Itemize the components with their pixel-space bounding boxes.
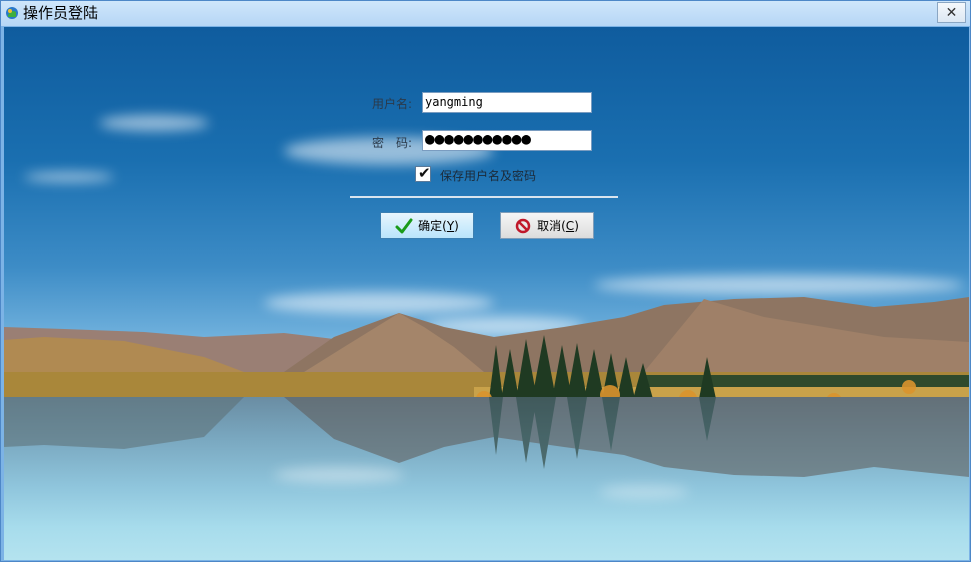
- reflection: [4, 397, 969, 477]
- password-label: 密 码:: [372, 136, 413, 150]
- checkmark-icon: ✔: [418, 164, 431, 182]
- close-icon: ✕: [945, 4, 958, 21]
- login-window: 操作员登陆 ✕ 用户名: yangming 密 码: ●●●●●●●●●●● ✔…: [0, 0, 971, 562]
- window-title: 操作员登陆: [23, 4, 99, 22]
- app-icon: [6, 7, 18, 19]
- username-label: 用户名:: [372, 97, 413, 111]
- ok-shortcut: Y: [446, 218, 455, 233]
- ok-label: 确定(: [418, 219, 447, 233]
- check-icon: [395, 218, 413, 233]
- ok-button[interactable]: 确定(Y): [380, 212, 474, 239]
- close-button[interactable]: ✕: [937, 2, 966, 23]
- cancel-label: 取消(: [537, 219, 566, 233]
- cancel-shortcut: C: [565, 218, 575, 233]
- ok-suffix: ): [454, 218, 459, 233]
- remember-checkbox[interactable]: ✔: [415, 164, 431, 182]
- cancel-button[interactable]: 取消(C): [500, 212, 594, 239]
- remember-label: 保存用户名及密码: [440, 169, 537, 183]
- divider: [350, 196, 618, 198]
- prohibited-icon: [515, 218, 531, 233]
- username-input[interactable]: yangming: [422, 92, 592, 113]
- cancel-suffix: ): [574, 218, 579, 233]
- title-bar: 操作员登陆 ✕: [1, 1, 970, 26]
- password-input[interactable]: ●●●●●●●●●●●: [422, 130, 592, 151]
